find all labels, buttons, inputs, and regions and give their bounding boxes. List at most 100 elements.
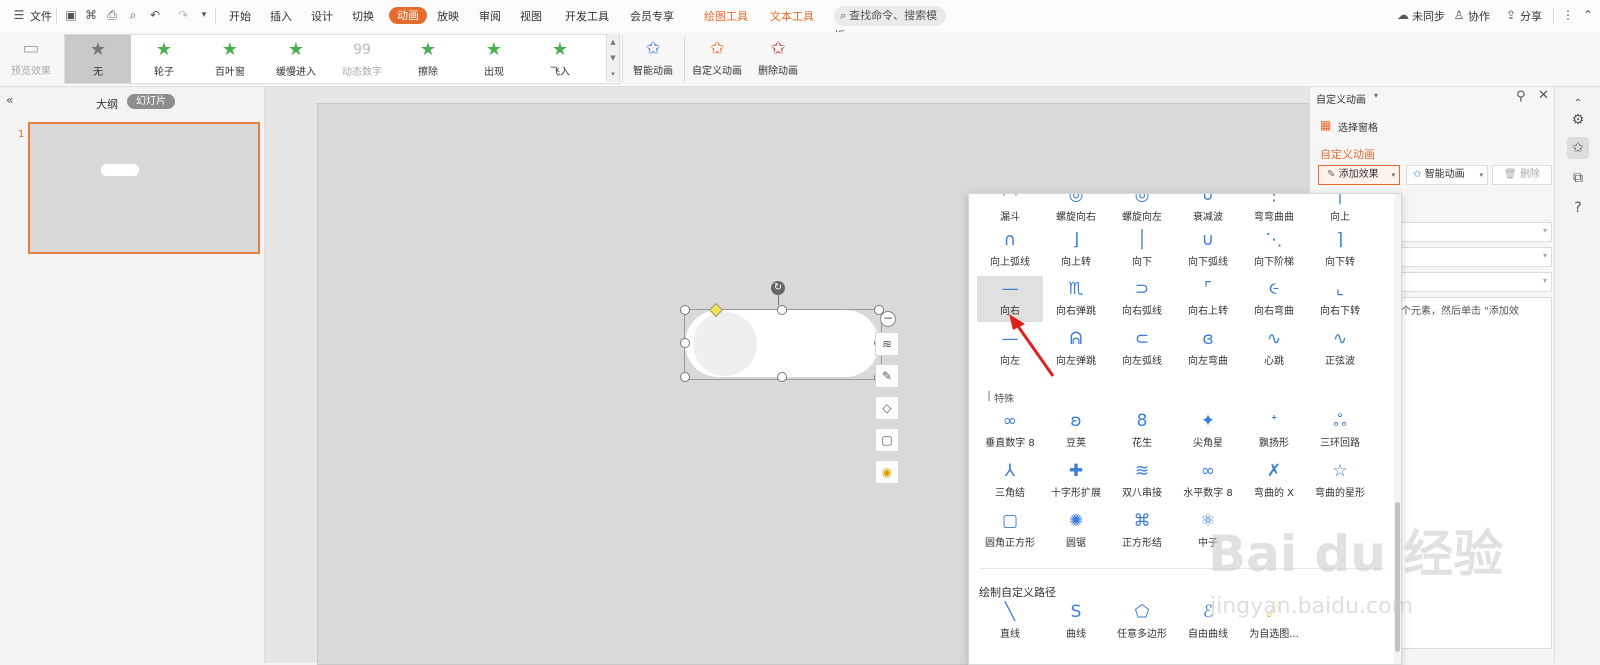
tab-animation[interactable]: 动画 (389, 7, 427, 24)
path-spiral-right[interactable]: ◎ 螺旋向右 (1043, 194, 1109, 228)
tab-drawing-tools[interactable]: 绘图工具 (704, 8, 748, 24)
property-combo[interactable]: ▾ (1396, 247, 1552, 267)
path-heartbeat[interactable]: ∿ 心跳 (1241, 326, 1307, 372)
expand-gallery-icon[interactable]: ▾ (607, 66, 619, 82)
path-turn-down[interactable]: ⌉ 向下转 (1307, 227, 1373, 273)
preview-effect-button[interactable]: ▭ 预览效果 (6, 36, 56, 77)
resize-handle[interactable] (777, 372, 787, 382)
tab-transition[interactable]: 切换 (352, 8, 374, 24)
tab-review[interactable]: 审阅 (479, 8, 501, 24)
collapse-ribbon-icon[interactable]: ⌃ (1581, 8, 1595, 22)
tab-insert[interactable]: 插入 (270, 8, 292, 24)
pin-icon[interactable]: ⚲ (1516, 89, 1526, 104)
path-double-8[interactable]: ≋ 双八串接 (1109, 458, 1175, 504)
path-bean[interactable]: ʚ 豆荚 (1043, 408, 1109, 454)
path-turn-right-up[interactable]: ⌜ 向右上转 (1175, 276, 1241, 322)
menu-file[interactable]: 文件 (30, 8, 52, 24)
resize-handle[interactable] (680, 372, 690, 382)
smart-animation-button[interactable]: ✩ 智能动画 (626, 36, 680, 77)
help-icon[interactable]: ? (1567, 197, 1589, 219)
tab-view[interactable]: 视图 (520, 8, 542, 24)
path-loop3[interactable]: ஃ 三环回路 (1307, 408, 1373, 454)
rotate-icon[interactable]: ↻ (771, 281, 785, 295)
layers-icon[interactable]: ≋ (875, 332, 899, 356)
delete-animation-button[interactable]: ✩ 删除动画 (752, 36, 804, 77)
collapse-toolbar-icon[interactable]: − (880, 311, 896, 327)
tab-start[interactable]: 开始 (229, 8, 251, 24)
path-curve-left[interactable]: ɞ 向左弯曲 (1175, 326, 1241, 372)
more-icon[interactable]: ⋮ (1561, 8, 1575, 22)
format-painter-icon[interactable]: ⌘ (84, 8, 98, 22)
chevron-down-icon[interactable]: ▾ (1479, 166, 1483, 184)
path-spiral-left[interactable]: ◎ 螺旋向左 (1109, 194, 1175, 228)
chevron-down-icon[interactable]: ▾ (1374, 91, 1378, 100)
smart-animation-dropdown[interactable]: ✩ 智能动画 ▾ (1406, 165, 1488, 185)
transition-icon[interactable]: ⧉ (1567, 167, 1589, 189)
undo-icon[interactable]: ↶ (148, 8, 162, 22)
quick-access-dropdown-icon[interactable]: ▾ (197, 8, 211, 22)
tab-slides[interactable]: 幻灯片 (127, 94, 175, 109)
path-flag[interactable]: ᐩ 飘扬形 (1241, 408, 1307, 454)
path-funnel[interactable]: ◠ 漏斗 (977, 194, 1043, 228)
path-saw[interactable]: ✺ 圆锯 (1043, 508, 1109, 554)
rounded-shape[interactable] (685, 310, 879, 377)
path-down[interactable]: │ 向下 (1109, 227, 1175, 273)
collab-button[interactable]: 协作 (1468, 8, 1490, 24)
path-vertical-8[interactable]: ∞ 垂直数字 8 (977, 408, 1043, 454)
path-decaying-wave[interactable]: ∪ 衰减波 (1175, 194, 1241, 228)
draw-polygon[interactable]: ⬠ 任意多边形 (1109, 599, 1175, 645)
animation-star-icon[interactable]: ✩ (1567, 137, 1589, 159)
path-up[interactable]: │ 向上 (1307, 194, 1373, 228)
print-icon[interactable]: ⎙ (105, 8, 119, 22)
frame-icon[interactable]: ▢ (875, 428, 899, 452)
path-peanut[interactable]: 8 花生 (1109, 408, 1175, 454)
path-sine-wave[interactable]: ∿ 正弦波 (1307, 326, 1373, 372)
gallery-item-wipe[interactable]: ★ 擦除 (395, 35, 461, 83)
delete-button[interactable]: 🗑 删除 (1492, 165, 1552, 185)
path-arc-right[interactable]: ⊃ 向右弧线 (1109, 276, 1175, 322)
resize-handle[interactable] (777, 305, 787, 315)
share-button[interactable]: 分享 (1520, 8, 1542, 24)
save-icon[interactable]: ▣ (64, 8, 78, 22)
chevron-down-icon[interactable]: ▼ (607, 50, 619, 66)
collapse-panel-icon[interactable]: « (6, 93, 13, 107)
draw-curve[interactable]: S 曲线 (1043, 599, 1109, 645)
draw-line[interactable]: ╲ 直线 (977, 599, 1043, 645)
tab-design[interactable]: 设计 (311, 8, 333, 24)
gallery-item-dynamic-number[interactable]: 99 动态数字 (329, 35, 395, 83)
path-pointed-star[interactable]: ✦ 尖角星 (1175, 408, 1241, 454)
path-arc-up[interactable]: ∩ 向上弧线 (977, 227, 1043, 273)
path-zigzag[interactable]: ⋮ 弯弯曲曲 (1241, 194, 1307, 228)
gallery-item-none[interactable]: ★ 无 (65, 35, 131, 83)
gallery-item-slow-enter[interactable]: ★ 缓慢进入 (263, 35, 329, 83)
tab-developer[interactable]: 开发工具 (565, 8, 609, 24)
redo-icon[interactable]: ↷ (176, 8, 190, 22)
path-square-knot[interactable]: ⌘ 正方形结 (1109, 508, 1175, 554)
hamburger-icon[interactable]: ☰ (12, 8, 26, 22)
speed-combo[interactable]: ▾ (1396, 272, 1552, 292)
add-effect-button[interactable]: ✎ 添加效果 ▾ (1318, 165, 1400, 185)
bulb-icon[interactable]: ◉ (875, 460, 899, 484)
tab-member[interactable]: 会员专享 (630, 8, 674, 24)
close-icon[interactable]: ✕ (1538, 88, 1549, 103)
settings-sliders-icon[interactable]: ⚙ (1567, 109, 1589, 131)
sync-status[interactable]: 未同步 (1412, 8, 1445, 24)
path-curve-right[interactable]: ૯ 向右弯曲 (1241, 276, 1307, 322)
gallery-scroller[interactable]: ▲ ▼ ▾ (606, 34, 619, 82)
gallery-item-fly-in[interactable]: ★ 飞入 (527, 35, 593, 83)
command-search[interactable]: ⌕查找命令、搜索模板 (834, 6, 946, 42)
path-arc-down[interactable]: ∪ 向下弧线 (1175, 227, 1241, 273)
gallery-item-wheel[interactable]: ★ 轮子 (131, 35, 197, 83)
pane-title[interactable]: 自定义动画 (1316, 91, 1366, 106)
fill-bucket-icon[interactable]: ◇ (875, 396, 899, 420)
path-turn-up[interactable]: ⌋ 向上转 (1043, 227, 1109, 273)
custom-animation-button[interactable]: ✩ 自定义动画 (688, 36, 746, 77)
select-pane-link[interactable]: 选择窗格 (1338, 119, 1378, 134)
outline-pen-icon[interactable]: ✎ (875, 364, 899, 388)
path-triangle-knot[interactable]: ⅄ 三角结 (977, 458, 1043, 504)
path-arc-left[interactable]: ⊂ 向左弧线 (1109, 326, 1175, 372)
path-turn-right-down[interactable]: ⌞ 向右下转 (1307, 276, 1373, 322)
resize-handle[interactable] (680, 338, 690, 348)
tab-slideshow[interactable]: 放映 (437, 8, 459, 24)
tab-text-tools[interactable]: 文本工具 (770, 8, 814, 24)
